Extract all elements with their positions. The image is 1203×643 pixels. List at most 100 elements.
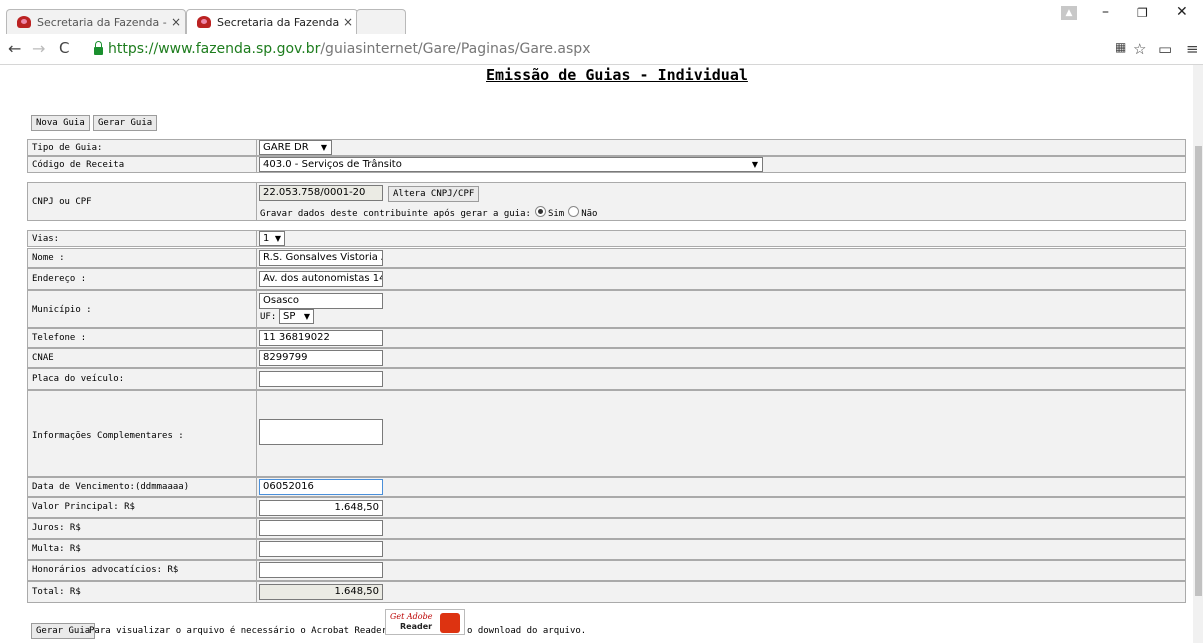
- label-valor-principal: Valor Principal: R$: [32, 502, 135, 512]
- municipio-field[interactable]: Osasco: [259, 293, 383, 309]
- multa-field[interactable]: [259, 541, 383, 557]
- label-nome: Nome :: [32, 253, 65, 263]
- close-tab-icon[interactable]: ×: [167, 15, 185, 29]
- get-adobe-reader-link[interactable]: Get Adobe Reader: [385, 609, 465, 635]
- restore-icon[interactable]: ❐: [1137, 6, 1148, 20]
- browser-tab-2[interactable]: Secretaria da Fazenda | G ×: [186, 9, 358, 34]
- sp-crest-icon: [17, 16, 31, 28]
- label-info-complementares: Informações Complementares :: [32, 431, 184, 441]
- url-scheme: https://: [108, 41, 159, 57]
- placa-field[interactable]: [259, 371, 383, 387]
- label-juros: Juros: R$: [32, 523, 81, 533]
- telefone-field[interactable]: 11 36819022: [259, 330, 383, 346]
- bookmark-star-icon[interactable]: ☆: [1133, 40, 1146, 58]
- honorarios-field[interactable]: [259, 562, 383, 578]
- url-path: /guiasinternet/Gare/Paginas/Gare.aspx: [320, 41, 591, 57]
- row-honorarios: Honorários advocatícios: R$: [27, 560, 1186, 581]
- back-icon[interactable]: ←: [8, 39, 21, 58]
- translate-icon[interactable]: ▦: [1115, 40, 1126, 54]
- tab-strip: Secretaria da Fazenda - G × Secretaria d…: [0, 0, 1203, 34]
- row-cnae: CNAE: [27, 348, 1186, 368]
- close-window-icon[interactable]: ✕: [1176, 4, 1188, 20]
- valor-principal-field[interactable]: 1.648,50: [259, 500, 383, 516]
- row-municipio: Município :: [27, 290, 1186, 328]
- nome-field[interactable]: R.S. Gonsalves Vistoria A: [259, 250, 383, 266]
- dropdown-arrow-icon: ▼: [274, 234, 281, 243]
- menu-icon[interactable]: ≡: [1186, 40, 1199, 58]
- codigo-receita-select[interactable]: 403.0 - Serviços de Trânsito ▼: [259, 157, 763, 172]
- label-tipo-guia: Tipo de Guia:: [32, 143, 103, 153]
- altera-cnpj-button[interactable]: Altera CNPJ/CPF: [388, 186, 480, 202]
- adobe-reader-icon: [440, 613, 460, 633]
- label-honorarios: Honorários advocatícios: R$: [32, 565, 179, 575]
- row-cnpj: CNPJ ou CPF: [27, 182, 1186, 221]
- cnpj-field[interactable]: 22.053.758/0001-20: [259, 185, 383, 201]
- cast-icon[interactable]: ▭: [1158, 40, 1172, 58]
- label-cnae: CNAE: [32, 353, 54, 363]
- address-bar[interactable]: https://www.fazenda.sp.gov.br/guiasinter…: [94, 37, 1144, 61]
- row-tipo-guia: Tipo de Guia:: [27, 139, 1186, 156]
- endereco-field[interactable]: Av. dos autonomistas 140: [259, 271, 383, 287]
- label-cnpj: CNPJ ou CPF: [32, 197, 92, 207]
- nao-radio[interactable]: [568, 206, 580, 217]
- gerar-guia-bottom-button[interactable]: Gerar Guia: [31, 623, 96, 639]
- reload-icon[interactable]: C: [59, 39, 69, 57]
- row-nome: Nome :: [27, 248, 1186, 268]
- row-info-complementares: Informações Complementares :: [27, 390, 1186, 477]
- row-valor-principal: Valor Principal: R$: [27, 497, 1186, 518]
- sp-crest-icon: [197, 16, 211, 28]
- dropdown-arrow-icon: ▼: [320, 143, 327, 152]
- nova-guia-button[interactable]: Nova Guia: [31, 115, 90, 131]
- label-vias: Vias:: [32, 234, 60, 244]
- url-host: www.fazenda.sp.gov.br: [158, 41, 321, 57]
- forward-icon[interactable]: →: [32, 39, 45, 58]
- new-tab-button[interactable]: [356, 9, 406, 34]
- label-municipio: Município :: [32, 305, 92, 315]
- row-total: Total: R$: [27, 581, 1186, 603]
- row-vias: Vias:: [27, 230, 1186, 247]
- info-complementares-textarea[interactable]: [259, 419, 383, 445]
- uf-label: UF:: [260, 312, 277, 322]
- gerar-guia-button[interactable]: Gerar Guia: [93, 115, 158, 131]
- row-multa: Multa: R$: [27, 539, 1186, 560]
- tab-title: Secretaria da Fazenda | G: [217, 15, 339, 29]
- user-icon[interactable]: ▲: [1061, 6, 1077, 20]
- label-total: Total: R$: [32, 587, 81, 597]
- row-endereco: Endereço :: [27, 268, 1186, 290]
- adobe-top-text: Get Adobe: [390, 612, 433, 621]
- adobe-bottom-text: Reader: [400, 622, 433, 631]
- label-codigo-receita: Código de Receita: [32, 160, 125, 170]
- lock-icon: [94, 41, 103, 55]
- vencimento-field[interactable]: 06052016: [259, 479, 383, 495]
- dropdown-arrow-icon: ▼: [751, 160, 758, 169]
- close-tab-icon[interactable]: ×: [339, 15, 357, 29]
- cnae-field[interactable]: 8299799: [259, 350, 383, 366]
- gravar-text: Gravar dados deste contribuinte após ger…: [260, 209, 531, 219]
- scrollbar-thumb[interactable]: [1195, 146, 1202, 596]
- tipo-guia-select[interactable]: GARE DR ▼: [259, 140, 332, 155]
- browser-toolbar: ← → C https://www.fazenda.sp.gov.br/guia…: [0, 34, 1203, 65]
- gravar-dados-line: Gravar dados deste contribuinte após ger…: [260, 206, 597, 219]
- row-juros: Juros: R$: [27, 518, 1186, 539]
- total-field: 1.648,50: [259, 584, 383, 600]
- sim-label: Sim: [547, 209, 565, 219]
- juros-field[interactable]: [259, 520, 383, 536]
- row-telefone: Telefone :: [27, 328, 1186, 348]
- uf-select[interactable]: SP ▼: [279, 309, 314, 324]
- tab-title: Secretaria da Fazenda - G: [37, 15, 167, 29]
- row-vencimento: Data de Vencimento:(ddmmaaaa): [27, 477, 1186, 497]
- row-placa: Placa do veículo:: [27, 368, 1186, 390]
- label-placa: Placa do veículo:: [32, 374, 125, 384]
- nao-label: Não: [581, 209, 598, 219]
- label-endereco: Endereço :: [32, 274, 87, 284]
- sim-radio[interactable]: [534, 206, 546, 217]
- label-vencimento: Data de Vencimento:(ddmmaaaa): [32, 482, 190, 492]
- minimize-icon[interactable]: –: [1102, 4, 1109, 20]
- dropdown-arrow-icon: ▼: [303, 312, 310, 321]
- label-telefone: Telefone :: [32, 333, 87, 343]
- vias-select[interactable]: 1 ▼: [259, 231, 285, 246]
- label-multa: Multa: R$: [32, 544, 81, 554]
- page-title: Emissão de Guias - Individual: [486, 66, 748, 84]
- download-text: o download do arquivo.: [467, 626, 587, 636]
- browser-tab-1[interactable]: Secretaria da Fazenda - G ×: [6, 9, 186, 34]
